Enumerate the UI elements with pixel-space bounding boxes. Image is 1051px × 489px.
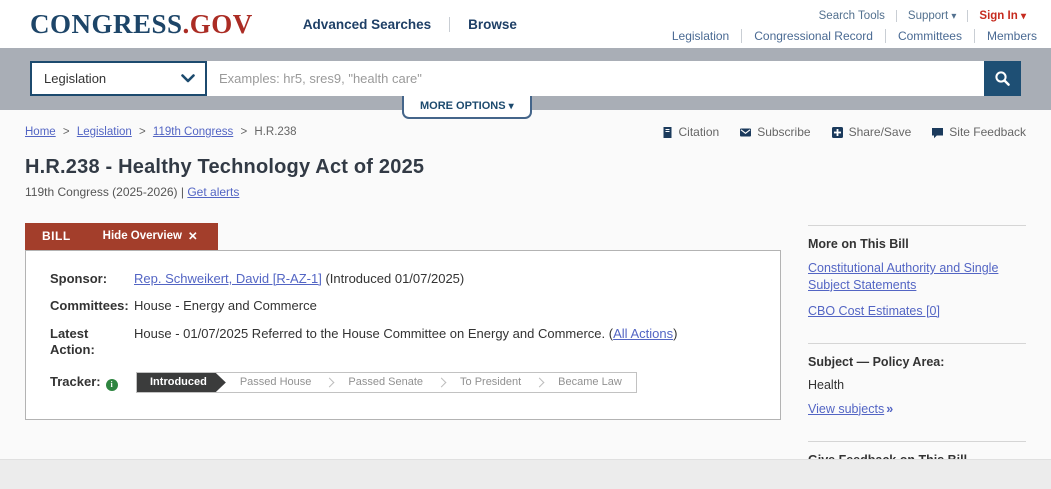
nav-committees[interactable]: Committees	[885, 29, 974, 43]
search-bar: Legislation	[30, 61, 1021, 96]
congress-gov-logo[interactable]: CONGRESS.GOV	[30, 9, 253, 40]
main-columns: BILL Hide Overview ✕ Sponsor: Rep. Schwe…	[25, 223, 1026, 489]
tracker-step-became-law: Became Law	[544, 376, 636, 390]
chevron-down-icon: ▾	[951, 11, 956, 22]
feedback-icon	[931, 126, 944, 139]
advanced-searches-link[interactable]: Advanced Searches	[285, 17, 449, 32]
breadcrumb-congress[interactable]: 119th Congress	[153, 126, 233, 138]
sponsor-introduced-note: (Introduced 01/07/2025)	[325, 271, 464, 286]
breadcrumb-home[interactable]: Home	[25, 126, 56, 138]
page-actions: Citation Subscribe Share/Save Site Feedb…	[661, 125, 1027, 139]
logo-congress-text: CONGRESS	[30, 9, 183, 39]
citation-icon	[661, 126, 674, 139]
bill-tracker-stepper: Introduced Passed House Passed Senate To…	[136, 372, 637, 393]
breadcrumb-separator: >	[139, 126, 146, 138]
close-icon: ✕	[188, 229, 198, 243]
site-feedback-button[interactable]: Site Feedback	[931, 125, 1026, 139]
chevron-down-icon	[181, 74, 195, 83]
subscribe-button[interactable]: Subscribe	[739, 125, 810, 139]
search-icon	[994, 70, 1011, 87]
view-subjects-link[interactable]: View subjects»	[808, 401, 893, 418]
citation-button[interactable]: Citation	[661, 125, 720, 139]
page: CONGRESS.GOV Advanced Searches Browse Se…	[0, 0, 1051, 489]
content: Home > Legislation > 119th Congress > H.…	[0, 110, 1051, 489]
bill-tab-label: BILL	[42, 229, 71, 243]
get-alerts-link[interactable]: Get alerts	[187, 185, 239, 199]
page-title: H.R.238 - Healthy Technology Act of 2025	[25, 156, 1026, 179]
footer-strip	[0, 459, 1051, 489]
sign-in-menu[interactable]: Sign In ▾	[967, 10, 1037, 22]
committees-label: Committees:	[50, 298, 134, 314]
search-button[interactable]	[984, 61, 1021, 96]
paren-close: )	[673, 326, 677, 341]
header-right: Search Tools Support ▾ Sign In ▾ Legisla…	[660, 6, 1037, 43]
more-on-this-bill-section: More on This Bill Constitutional Authori…	[808, 226, 1026, 343]
secondary-nav: Legislation Congressional Record Committ…	[660, 29, 1037, 43]
latest-action-value: House - 01/07/2025 Referred to the House…	[134, 326, 677, 359]
subject-value: Health	[808, 378, 1026, 392]
breadcrumb-current: H.R.238	[254, 126, 296, 138]
sponsor-row: Sponsor: Rep. Schweikert, David [R-AZ-1]…	[50, 271, 756, 287]
share-save-button[interactable]: Share/Save	[831, 125, 912, 139]
tracker-step-to-president: To President	[446, 376, 535, 390]
more-on-this-bill-heading: More on This Bill	[808, 237, 1026, 251]
chevron-down-icon: ▾	[509, 101, 514, 112]
sidebar: More on This Bill Constitutional Authori…	[808, 223, 1026, 489]
chevron-right-icon	[535, 378, 545, 388]
chevron-right-icon	[325, 378, 335, 388]
breadcrumb-legislation[interactable]: Legislation	[77, 126, 132, 138]
nav-legislation[interactable]: Legislation	[660, 29, 741, 43]
tracker-row: Tracker:i Introduced Passed House Passed…	[50, 372, 756, 393]
subject-policy-area-section: Subject — Policy Area: Health View subje…	[808, 344, 1026, 441]
breadcrumb-separator: >	[63, 126, 70, 138]
tracker-step-passed-senate: Passed Senate	[334, 376, 437, 390]
subscribe-icon	[739, 126, 752, 139]
all-actions-link[interactable]: All Actions	[613, 326, 673, 341]
utility-nav: Search Tools Support ▾ Sign In ▾	[808, 10, 1037, 22]
tracker-step-passed-house: Passed House	[226, 376, 326, 390]
tracker-label: Tracker:i	[50, 374, 134, 391]
left-column: BILL Hide Overview ✕ Sponsor: Rep. Schwe…	[25, 223, 781, 489]
latest-action-label: Latest Action:	[50, 326, 134, 359]
breadcrumb-row: Home > Legislation > 119th Congress > H.…	[25, 125, 1026, 139]
top-header: CONGRESS.GOV Advanced Searches Browse Se…	[0, 0, 1051, 48]
nav-members[interactable]: Members	[974, 29, 1037, 43]
tracker-info-icon[interactable]: i	[106, 379, 118, 391]
sponsor-value: Rep. Schweikert, David [R-AZ-1] (Introdu…	[134, 271, 464, 287]
cbo-cost-estimates-link[interactable]: CBO Cost Estimates [0]	[808, 303, 940, 320]
chevron-down-icon: ▾	[1021, 11, 1026, 22]
search-tools-link[interactable]: Search Tools	[808, 10, 896, 22]
double-arrow-icon: »	[886, 401, 893, 418]
committees-value: House - Energy and Commerce	[134, 298, 317, 314]
bill-tab[interactable]: BILL Hide Overview ✕	[25, 223, 218, 250]
congress-years: 119th Congress (2025-2026) |	[25, 185, 184, 199]
support-menu[interactable]: Support ▾	[896, 10, 968, 22]
latest-action-row: Latest Action: House - 01/07/2025 Referr…	[50, 326, 756, 359]
congress-subtitle: 119th Congress (2025-2026) | Get alerts	[25, 185, 1026, 199]
more-options-toggle[interactable]: MORE OPTIONS ▾	[402, 96, 532, 119]
breadcrumb: Home > Legislation > 119th Congress > H.…	[25, 126, 297, 138]
browse-link[interactable]: Browse	[449, 17, 535, 32]
search-band: Legislation MORE OPTIONS ▾	[0, 48, 1051, 110]
search-scope-value: Legislation	[44, 71, 106, 86]
primary-nav: Advanced Searches Browse	[285, 17, 535, 32]
constitutional-authority-link[interactable]: Constitutional Authority and Single Subj…	[808, 260, 1026, 294]
sponsor-link[interactable]: Rep. Schweikert, David [R-AZ-1]	[134, 271, 322, 286]
breadcrumb-separator: >	[240, 126, 247, 138]
subject-heading: Subject — Policy Area:	[808, 355, 1026, 369]
nav-congressional-record[interactable]: Congressional Record	[741, 29, 885, 43]
chevron-right-icon	[437, 378, 447, 388]
share-icon	[831, 126, 844, 139]
hide-overview-button[interactable]: Hide Overview ✕	[103, 229, 198, 243]
search-scope-select[interactable]: Legislation	[30, 61, 207, 96]
logo-gov-text: .GOV	[183, 9, 253, 39]
sponsor-label: Sponsor:	[50, 271, 134, 287]
search-input[interactable]	[207, 61, 984, 96]
bill-overview-panel: Sponsor: Rep. Schweikert, David [R-AZ-1]…	[25, 250, 781, 420]
tracker-step-introduced: Introduced	[137, 373, 226, 392]
committees-row: Committees: House - Energy and Commerce	[50, 298, 756, 314]
